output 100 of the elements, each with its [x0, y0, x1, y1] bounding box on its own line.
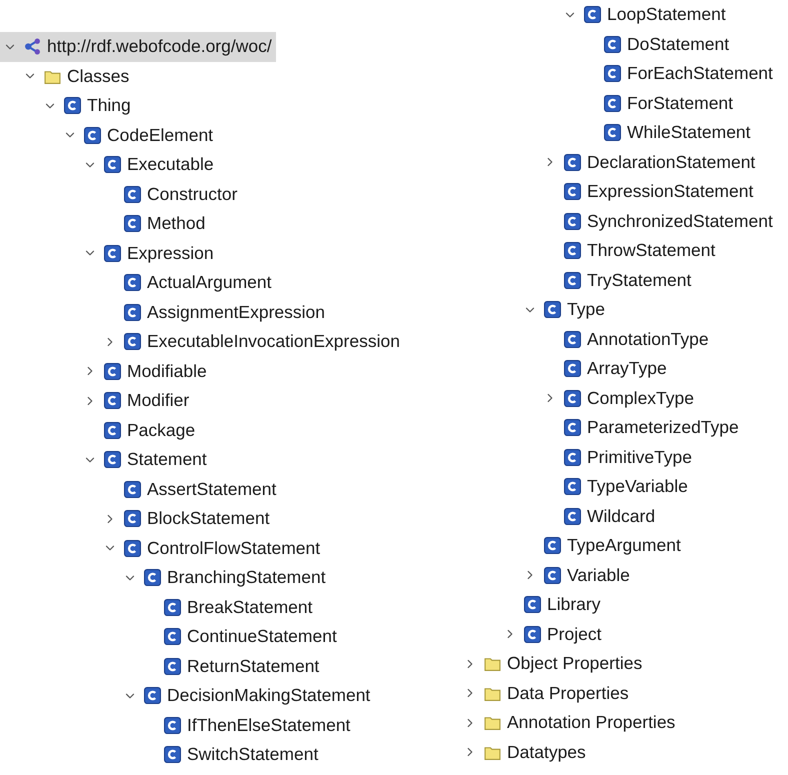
class-icon — [544, 537, 561, 554]
class-icon — [124, 480, 141, 498]
class-icon — [124, 540, 141, 557]
tree-item[interactable]: AssignmentExpression — [0, 298, 329, 327]
item-label: ContinueStatement — [187, 626, 337, 648]
tree-item[interactable]: Wildcard — [440, 502, 660, 531]
tree-item[interactable]: ParameterizedType — [440, 413, 743, 442]
tree-item[interactable]: LoopStatement — [440, 0, 730, 30]
tree-item[interactable]: TypeArgument — [440, 531, 685, 560]
class-icon — [124, 274, 141, 292]
class-icon — [104, 156, 121, 174]
tree-item[interactable]: WhileStatement — [440, 118, 755, 148]
tree-item[interactable]: BlockStatement — [0, 504, 274, 534]
tree-item[interactable]: BranchingStatement — [0, 563, 330, 592]
item-label: PrimitiveType — [587, 446, 692, 468]
item-label: Annotation Properties — [507, 712, 676, 734]
tree-item[interactable]: Data Properties — [440, 678, 633, 708]
tree-item[interactable]: ComplexType — [440, 384, 698, 413]
class-icon — [604, 124, 621, 142]
tree-item[interactable]: Classes — [0, 62, 134, 91]
item-label: TypeVariable — [587, 476, 688, 498]
class-icon — [584, 6, 601, 24]
tree-item[interactable]: DoStatement — [440, 30, 734, 59]
tree-item[interactable]: Modifiable — [0, 356, 211, 386]
item-label: ExpressionStatement — [587, 181, 754, 202]
share-icon — [24, 38, 41, 56]
item-label: ExecutableInvocationExpression — [147, 331, 400, 352]
tree-item[interactable]: Constructor — [0, 180, 242, 209]
tree-item[interactable]: Package — [0, 416, 200, 445]
tree-item[interactable]: Annotation Properties — [440, 708, 680, 738]
item-label: AssignmentExpression — [147, 302, 325, 323]
tree-item[interactable]: ThrowStatement — [440, 236, 720, 266]
tree-item[interactable]: Project — [440, 620, 606, 649]
class-icon — [164, 598, 181, 616]
tree-item[interactable]: http://rdf.webofcode.org/woc/ — [0, 32, 276, 62]
tree-item[interactable]: Thing — [0, 91, 135, 120]
tree-item[interactable]: ActualArgument — [0, 268, 276, 298]
tree-item[interactable]: ForStatement — [440, 88, 738, 118]
tree-item[interactable]: PrimitiveType — [440, 442, 696, 472]
item-label: Library — [547, 594, 600, 616]
item-label: Data Properties — [507, 682, 629, 704]
item-label: ControlFlowStatement — [147, 538, 320, 559]
item-label: BlockStatement — [147, 508, 270, 530]
tree-item[interactable]: ControlFlowStatement — [0, 534, 324, 563]
tree-item[interactable]: Library — [440, 590, 604, 620]
tree-item[interactable]: SwitchStatement — [0, 740, 322, 770]
tree-item[interactable]: ContinueStatement — [0, 622, 341, 652]
tree-item[interactable]: Expression — [0, 238, 218, 268]
tree-item[interactable]: CodeElement — [0, 120, 218, 150]
tree-item[interactable]: ReturnStatement — [0, 652, 324, 681]
item-label: ThrowStatement — [587, 240, 716, 262]
class-icon — [564, 330, 581, 348]
tree-item[interactable]: Object Properties — [440, 649, 646, 678]
item-label: Modifiable — [127, 360, 207, 382]
item-label: Constructor — [147, 184, 238, 205]
item-label: SwitchStatement — [187, 744, 318, 766]
item-label: Project — [547, 624, 602, 645]
item-label: Wildcard — [587, 506, 656, 527]
item-label: ActualArgument — [147, 272, 272, 294]
class-icon — [84, 126, 101, 144]
item-label: TypeArgument — [567, 535, 681, 556]
tree-item[interactable]: ExecutableInvocationExpression — [0, 327, 404, 356]
tree-item[interactable]: Variable — [440, 560, 634, 590]
tree-item[interactable]: AnnotationType — [440, 324, 713, 354]
class-icon — [144, 687, 161, 704]
item-label: CodeElement — [107, 124, 214, 146]
class-icon — [544, 301, 561, 318]
tree-item[interactable]: Modifier — [0, 386, 194, 416]
class-icon — [564, 154, 581, 171]
tree-item[interactable]: ForEachStatement — [440, 59, 777, 88]
tree-item[interactable]: ArrayType — [440, 354, 671, 384]
tree-item[interactable]: Type — [440, 295, 609, 324]
class-icon — [564, 478, 581, 496]
tree-item[interactable]: DeclarationStatement — [440, 148, 760, 177]
item-label: BreakStatement — [187, 596, 312, 618]
class-icon — [64, 97, 81, 114]
tree-item[interactable]: AssertStatement — [0, 474, 280, 504]
class-icon — [164, 716, 181, 734]
tree-item[interactable]: TryStatement — [440, 266, 696, 295]
item-label: DeclarationStatement — [587, 152, 756, 173]
item-label: IfThenElseStatement — [187, 714, 350, 736]
item-label: http://rdf.webofcode.org/woc/ — [47, 36, 272, 58]
class-icon — [104, 422, 121, 439]
folder-icon — [484, 714, 501, 732]
class-icon — [124, 215, 141, 232]
folder-icon — [484, 655, 501, 672]
tree-item[interactable]: DecisionMakingStatement — [0, 681, 374, 710]
tree-item[interactable]: Method — [0, 209, 210, 238]
item-label: LoopStatement — [607, 4, 726, 26]
tree-item[interactable]: ExpressionStatement — [440, 177, 758, 206]
tree-item[interactable]: SynchronizedStatement — [440, 206, 777, 236]
tree-item[interactable]: Datatypes — [440, 738, 590, 767]
tree-item[interactable]: IfThenElseStatement — [0, 710, 354, 740]
class-icon — [164, 746, 181, 764]
tree-item[interactable]: BreakStatement — [0, 592, 316, 622]
tree-item[interactable]: Statement — [0, 445, 211, 474]
tree-item[interactable]: Executable — [0, 150, 218, 180]
tree-item[interactable]: TypeVariable — [440, 472, 692, 502]
class-icon — [104, 244, 121, 262]
class-icon — [164, 628, 181, 646]
